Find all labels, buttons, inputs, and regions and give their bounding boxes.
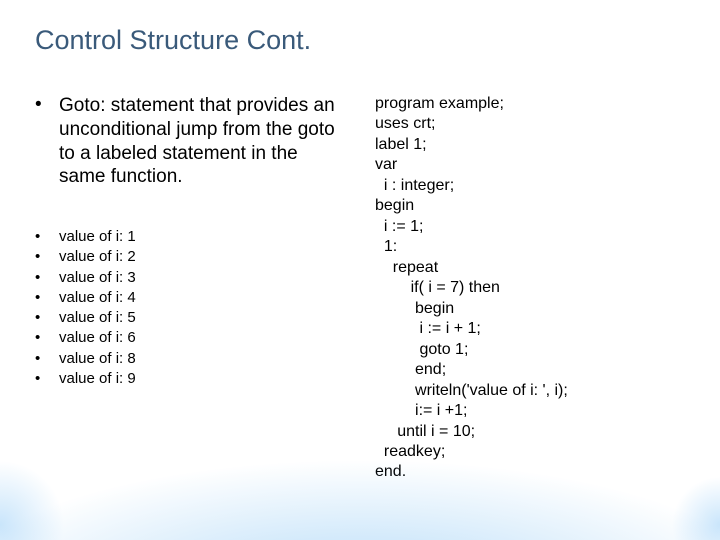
list-item-text: value of i: 2: [59, 247, 136, 267]
main-bullet: • Goto: statement that provides an uncon…: [35, 94, 345, 189]
list-item: • value of i: 1: [35, 227, 345, 247]
list-item-text: value of i: 1: [59, 227, 136, 247]
bullet-mark: •: [35, 328, 59, 348]
left-column: • Goto: statement that provides an uncon…: [35, 94, 345, 483]
bullet-mark: •: [35, 94, 59, 189]
bullet-mark: •: [35, 288, 59, 308]
list-item: • value of i: 8: [35, 349, 345, 369]
right-column: program example; uses crt; label 1; var …: [375, 94, 685, 483]
list-item-text: value of i: 4: [59, 288, 136, 308]
bullet-mark: •: [35, 308, 59, 328]
list-item: • value of i: 2: [35, 247, 345, 267]
code-block: program example; uses crt; label 1; var …: [375, 94, 685, 483]
content-columns: • Goto: statement that provides an uncon…: [35, 94, 685, 483]
bullet-text: Goto: statement that provides an uncondi…: [59, 94, 345, 189]
list-item-text: value of i: 9: [59, 369, 136, 389]
list-item-text: value of i: 6: [59, 328, 136, 348]
list-item-text: value of i: 3: [59, 268, 136, 288]
list-item-text: value of i: 8: [59, 349, 136, 369]
list-item: • value of i: 9: [35, 369, 345, 389]
output-list: • value of i: 1 • value of i: 2 • value …: [35, 227, 345, 389]
bullet-mark: •: [35, 369, 59, 389]
page-title: Control Structure Cont.: [35, 25, 685, 56]
slide: Control Structure Cont. • Goto: statemen…: [0, 0, 720, 540]
list-item: • value of i: 4: [35, 288, 345, 308]
list-item-text: value of i: 5: [59, 308, 136, 328]
list-item: • value of i: 6: [35, 328, 345, 348]
list-item: • value of i: 3: [35, 268, 345, 288]
bullet-mark: •: [35, 227, 59, 247]
list-item: • value of i: 5: [35, 308, 345, 328]
bullet-mark: •: [35, 349, 59, 369]
bullet-mark: •: [35, 247, 59, 267]
bullet-mark: •: [35, 268, 59, 288]
